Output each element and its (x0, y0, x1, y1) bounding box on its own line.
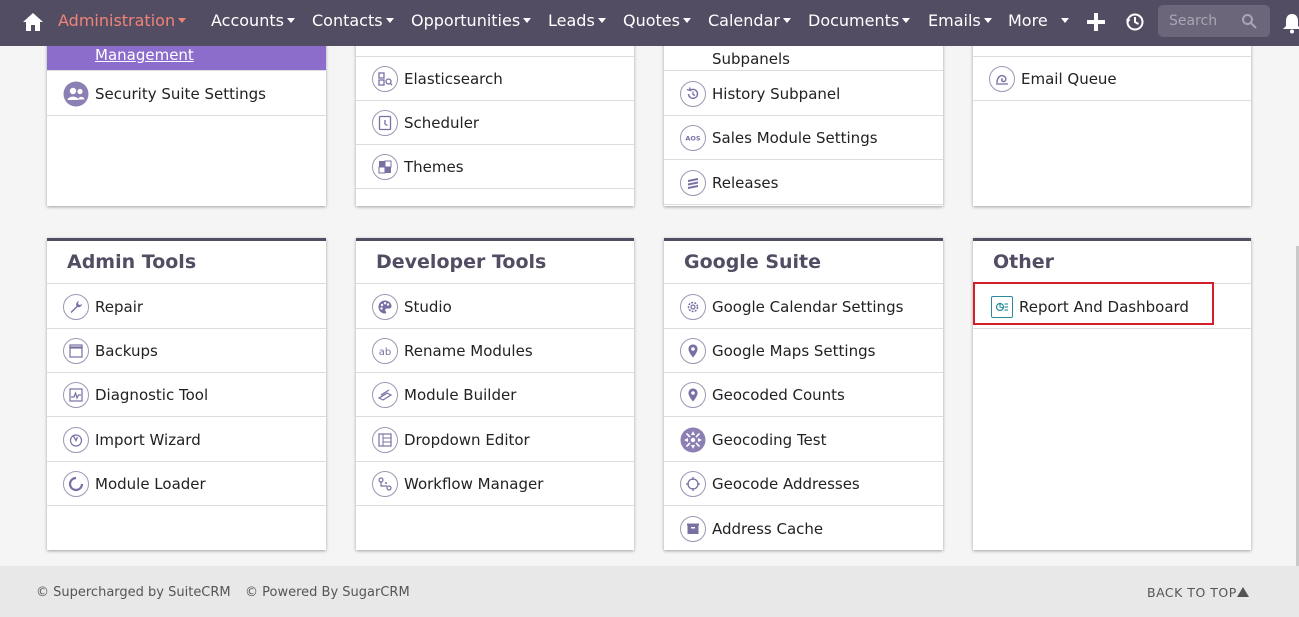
powered-by-link[interactable]: © Powered By SugarCRM (245, 585, 410, 600)
nav-opportunities[interactable]: Opportunities (411, 0, 532, 42)
panel-email: Email Queue (973, 20, 1251, 206)
geocode-addresses-link[interactable]: Geocode Addresses (664, 462, 943, 506)
workflow-manager-link[interactable]: Workflow Manager (356, 462, 634, 506)
search-icon[interactable] (1241, 13, 1257, 29)
email-queue-link[interactable]: Email Queue (973, 57, 1251, 101)
map-pin-icon (680, 337, 706, 364)
top-navigation-bar: Administration Accounts Contacts Opportu… (0, 0, 1299, 46)
section-title-developer-tools: Developer Tools (356, 241, 634, 284)
studio-link[interactable]: Studio (356, 285, 634, 329)
nav-leads[interactable]: Leads (548, 0, 606, 42)
crosshair-icon (680, 470, 706, 497)
chevron-down-icon (902, 18, 911, 23)
plus-icon[interactable] (1086, 12, 1106, 32)
selection-highlight (973, 282, 1214, 325)
address-cache-icon (680, 516, 706, 542)
panel-google-suite: Google Suite Google Calendar Settings Go… (664, 238, 943, 550)
diagnostic-icon (63, 381, 89, 408)
themes-icon (372, 153, 398, 180)
nav-contacts[interactable]: Contacts (312, 0, 394, 42)
workflow-icon (372, 470, 398, 497)
google-calendar-settings-link[interactable]: Google Calendar Settings (664, 285, 943, 329)
svg-text:ab: ab (379, 347, 391, 358)
diagnostic-tool-link[interactable]: Diagnostic Tool (47, 373, 326, 417)
search-input[interactable] (1158, 5, 1242, 37)
history-icon[interactable] (1125, 12, 1145, 32)
chevron-down-icon (1060, 18, 1069, 23)
history-icon (680, 80, 706, 107)
geocoding-test-icon (680, 426, 706, 453)
chevron-down-icon (385, 18, 394, 23)
nav-administration[interactable]: Administration (58, 0, 187, 42)
map-pin-icon (680, 381, 706, 408)
arrow-up-icon[interactable] (1237, 587, 1249, 597)
elasticsearch-icon (372, 65, 398, 92)
themes-link[interactable]: Themes (356, 145, 634, 189)
chevron-down-icon (782, 18, 791, 23)
import-wizard-icon (63, 426, 89, 453)
nav-accounts[interactable]: Accounts (211, 0, 295, 42)
section-title-google-suite: Google Suite (664, 241, 943, 284)
global-search[interactable] (1158, 5, 1270, 37)
gear-icon (680, 293, 706, 320)
section-title-admin-tools: Admin Tools (47, 241, 326, 284)
import-wizard-link[interactable]: Import Wizard (47, 418, 326, 462)
back-to-top-link[interactable]: BACK TO TOP (1147, 585, 1237, 600)
nav-calendar[interactable]: Calendar (708, 0, 791, 42)
chevron-down-icon (286, 18, 295, 23)
users-icon (63, 80, 89, 107)
clock-icon (372, 109, 398, 136)
svg-text:AOS: AOS (685, 134, 701, 142)
elasticsearch-link[interactable]: Elasticsearch (356, 57, 634, 101)
releases-icon (680, 169, 706, 196)
geocoded-counts-link[interactable]: Geocoded Counts (664, 373, 943, 417)
rename-modules-link[interactable]: ab Rename Modules (356, 329, 634, 373)
wrench-icon (63, 293, 89, 320)
panel-admin-tools: Admin Tools Repair Backups Diagnostic To… (47, 238, 326, 550)
dropdown-editor-icon (372, 426, 398, 453)
chevron-down-icon (597, 18, 606, 23)
security-suite-settings-link[interactable]: Security Suite Settings (47, 72, 326, 116)
nav-documents[interactable]: Documents (808, 0, 911, 42)
chevron-down-icon (983, 18, 992, 23)
chevron-down-icon (682, 18, 691, 23)
email-queue-icon (989, 65, 1015, 92)
backups-link[interactable]: Backups (47, 329, 326, 373)
sales-module-settings-link[interactable]: AOS Sales Module Settings (664, 116, 943, 160)
backups-icon (63, 337, 89, 364)
aos-icon: AOS (680, 124, 706, 151)
footer: © Supercharged by SuiteCRM © Powered By … (0, 566, 1299, 617)
nav-more[interactable]: More (1008, 0, 1069, 42)
nav-quotes[interactable]: Quotes (623, 0, 691, 42)
module-loader-link[interactable]: Module Loader (47, 462, 326, 506)
panel-developer-tools: Developer Tools Studio ab Rename Modules… (356, 238, 634, 550)
google-maps-settings-link[interactable]: Google Maps Settings (664, 329, 943, 373)
repair-link[interactable]: Repair (47, 285, 326, 329)
home-icon[interactable] (22, 11, 44, 33)
supercharged-link[interactable]: © Supercharged by SuiteCRM (36, 585, 231, 600)
module-loader-icon (63, 470, 89, 497)
rename-icon: ab (372, 337, 398, 364)
module-builder-icon (372, 381, 398, 408)
geocoding-test-link[interactable]: Geocoding Test (664, 418, 943, 462)
releases-link[interactable]: Releases (664, 161, 943, 205)
chevron-down-icon (523, 18, 532, 23)
address-cache-link[interactable]: Address Cache (664, 507, 943, 551)
module-builder-link[interactable]: Module Builder (356, 373, 634, 417)
section-title-other: Other (973, 241, 1251, 284)
panel-studio-settings: Subpanels History Subpanel AOS Sales Mod… (664, 20, 943, 206)
panel-system: Elasticsearch Scheduler Themes (356, 20, 634, 206)
history-subpanel-link[interactable]: History Subpanel (664, 72, 943, 116)
nav-emails[interactable]: Emails (928, 0, 992, 42)
dropdown-editor-link[interactable]: Dropdown Editor (356, 418, 634, 462)
palette-icon (372, 293, 398, 320)
panel-users-security: Management Security Suite Settings (47, 20, 326, 206)
chevron-down-icon (178, 18, 187, 23)
bell-icon[interactable] (1282, 12, 1299, 34)
scheduler-link[interactable]: Scheduler (356, 101, 634, 145)
